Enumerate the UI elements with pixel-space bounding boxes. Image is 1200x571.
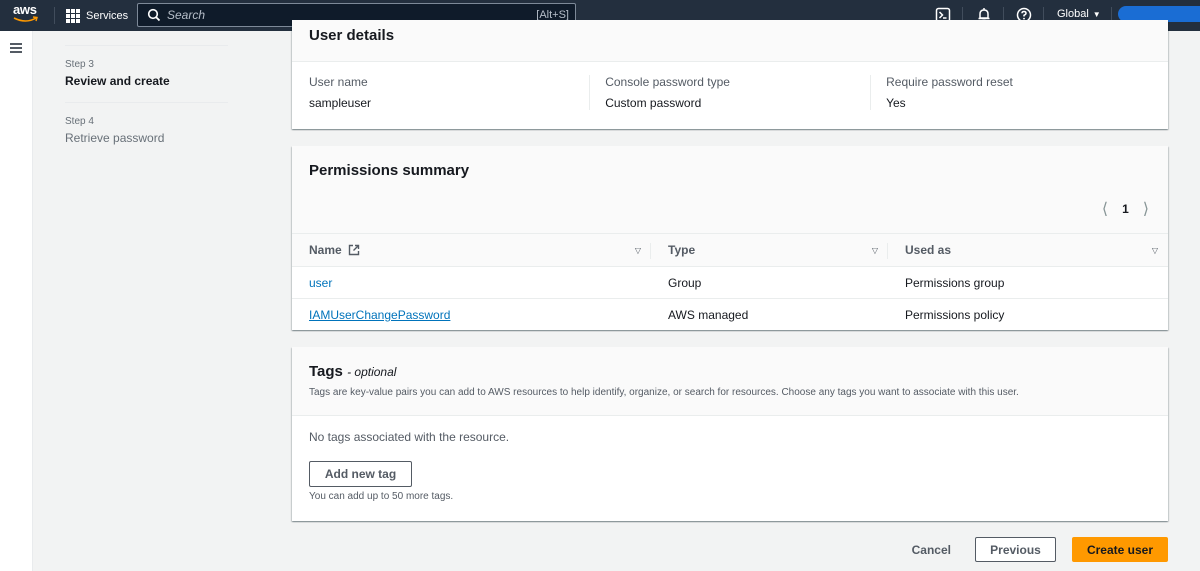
column-header-label: Used as <box>905 243 952 257</box>
sort-icon[interactable]: ▽ <box>1152 246 1158 255</box>
permissions-summary-panel: Permissions summary ⟨ 1 ⟩ Name ▽ Type ▽ … <box>292 146 1168 330</box>
caret-down-icon: ▼ <box>1092 9 1101 19</box>
cell-used-as: Permissions group <box>888 266 1168 299</box>
permission-link[interactable]: IAMUserChangePassword <box>309 308 450 322</box>
step-number: Step 3 <box>65 59 94 70</box>
sort-icon[interactable]: ▽ <box>872 246 878 255</box>
cancel-button[interactable]: Cancel <box>912 543 951 557</box>
table-row: IAMUserChangePassword AWS managed Permis… <box>292 299 1168 331</box>
permissions-title: Permissions summary <box>309 162 470 179</box>
detail-value: sampleuser <box>309 96 372 110</box>
previous-page-icon[interactable]: ⟨ <box>1102 199 1108 219</box>
tags-title: Tags - optional <box>309 363 1151 380</box>
wizard-step-4: Step 4 Retrieve password <box>65 116 228 145</box>
column-header-label: Type <box>668 243 696 257</box>
step-divider <box>65 45 228 46</box>
search-icon <box>147 8 161 22</box>
add-new-tag-button[interactable]: Add new tag <box>309 461 412 487</box>
tags-header: Tags - optional Tags are key-value pairs… <box>292 347 1168 416</box>
detail-label: Require password reset <box>886 75 1013 89</box>
create-user-button[interactable]: Create user <box>1072 537 1168 562</box>
region-label: Global <box>1057 8 1089 20</box>
cell-type: Group <box>651 266 888 299</box>
wizard-steps: Step 3 Review and create Step 4 Retrieve… <box>65 31 228 145</box>
cell-name: IAMUserChangePassword <box>292 299 651 331</box>
services-label: Services <box>86 9 129 22</box>
column-header-type[interactable]: Type ▽ <box>651 233 888 267</box>
user-details-title: User details <box>309 27 395 44</box>
region-selector[interactable]: Global ▼ <box>1057 8 1101 20</box>
user-details-grid: User name sampleuser Console password ty… <box>292 62 1168 110</box>
tags-optional-label: - optional <box>347 365 397 379</box>
grid-icon <box>66 8 80 23</box>
step-number: Step 4 <box>65 116 94 127</box>
sort-icon[interactable]: ▽ <box>635 246 641 255</box>
next-page-icon[interactable]: ⟩ <box>1143 199 1149 219</box>
user-details-header: User details <box>292 20 1168 62</box>
permissions-table: Name ▽ Type ▽ Used as ▽ user Group Permi… <box>292 233 1168 331</box>
detail-label: Console password type <box>605 75 730 89</box>
tags-body: No tags associated with the resource. Ad… <box>292 416 1168 502</box>
tags-limit-hint: You can add up to 50 more tags. <box>309 491 454 502</box>
menu-hamburger-icon[interactable] <box>10 43 22 53</box>
wizard-step-3: Step 3 Review and create <box>65 59 228 88</box>
column-header-label: Name <box>309 243 342 257</box>
page-number[interactable]: 1 <box>1122 202 1129 216</box>
tags-description: Tags are key-value pairs you can add to … <box>309 387 1019 398</box>
table-header-row: Name ▽ Type ▽ Used as ▽ <box>292 233 1168 267</box>
tags-title-text: Tags <box>309 363 343 380</box>
external-link-icon <box>348 244 360 256</box>
column-header-name[interactable]: Name ▽ <box>292 233 651 267</box>
detail-value: Yes <box>886 96 906 110</box>
detail-console-password-type: Console password type Custom password <box>589 75 870 110</box>
aws-logo-text: aws <box>13 2 37 17</box>
step-title: Review and create <box>65 74 170 88</box>
tags-panel: Tags - optional Tags are key-value pairs… <box>292 347 1168 521</box>
permission-link[interactable]: user <box>309 276 332 290</box>
previous-button[interactable]: Previous <box>975 537 1056 562</box>
step-title: Retrieve password <box>65 131 165 145</box>
table-row: user Group Permissions group <box>292 266 1168 299</box>
detail-require-password-reset: Require password reset Yes <box>870 75 1151 110</box>
no-tags-message: No tags associated with the resource. <box>309 430 510 444</box>
detail-value: Custom password <box>605 96 702 110</box>
permissions-header: Permissions summary ⟨ 1 ⟩ <box>292 146 1168 233</box>
detail-user-name: User name sampleuser <box>309 75 589 110</box>
detail-label: User name <box>309 75 368 89</box>
column-header-used-as[interactable]: Used as ▽ <box>888 233 1168 267</box>
user-details-panel: User details User name sampleuser Consol… <box>292 20 1168 129</box>
nav-divider <box>54 7 55 24</box>
cell-name: user <box>292 266 651 299</box>
services-menu-button[interactable]: Services <box>66 7 128 24</box>
wizard-actions: Cancel Previous Create user <box>912 537 1168 562</box>
pagination: ⟨ 1 ⟩ <box>1102 199 1149 219</box>
side-navigation-rail <box>0 31 33 571</box>
cell-used-as: Permissions policy <box>905 307 1005 322</box>
cell-type: AWS managed <box>668 307 749 322</box>
step-divider <box>65 102 228 103</box>
aws-smile-icon <box>13 16 38 22</box>
aws-logo[interactable]: aws <box>13 2 41 26</box>
